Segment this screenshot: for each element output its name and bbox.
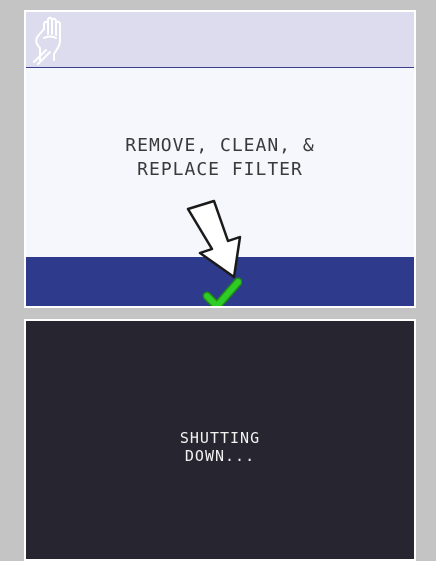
filter-instruction: REMOVE, CLEAN, & REPLACE FILTER <box>26 134 414 182</box>
status-line-1: SHUTTING <box>179 429 261 447</box>
status-line-2: DOWN... <box>184 447 256 465</box>
instruction-line-2: REPLACE FILTER <box>137 159 303 180</box>
shutdown-screen: SHUTTING DOWN... <box>24 319 416 561</box>
hand-icon <box>33 16 61 65</box>
checkmark-icon[interactable] <box>202 274 242 308</box>
shutdown-status: SHUTTING DOWN... <box>26 429 414 465</box>
instruction-line-1: REMOVE, CLEAN, & <box>125 135 315 156</box>
screen-header <box>26 12 414 68</box>
filter-screen: REMOVE, CLEAN, & REPLACE FILTER <box>24 10 416 308</box>
